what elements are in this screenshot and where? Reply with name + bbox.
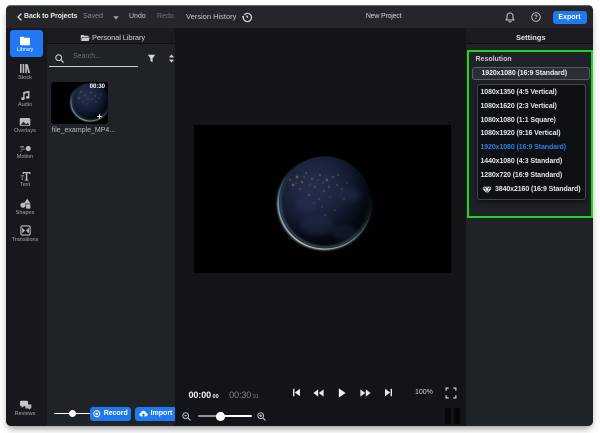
svg-text:?: ?: [534, 15, 538, 21]
